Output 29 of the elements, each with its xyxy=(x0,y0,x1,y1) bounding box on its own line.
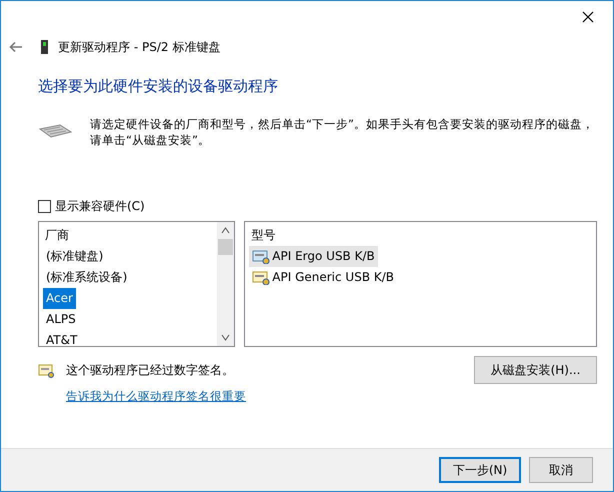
driver-icon xyxy=(252,250,270,264)
list-item[interactable]: API Ergo USB K/B xyxy=(249,246,378,267)
signature-info-link[interactable]: 告诉我为什么驱动程序签名很重要 xyxy=(66,389,246,404)
scrollbar[interactable] xyxy=(217,222,234,346)
checkbox[interactable] xyxy=(38,200,51,213)
list-item[interactable]: ALPS xyxy=(43,309,79,330)
list-item[interactable]: API Generic USB K/B xyxy=(249,267,398,288)
cancel-button[interactable]: 取消 xyxy=(529,457,593,483)
driver-icon xyxy=(252,270,270,284)
list-header: 厂商 xyxy=(44,227,70,244)
back-arrow-icon xyxy=(9,41,23,53)
list-item[interactable]: AT&T xyxy=(43,330,80,351)
back-button[interactable] xyxy=(9,41,23,53)
instruction-text: 请选定硬件设备的厂商和型号，然后单击“下一步”。如果手头有包含要安装的驱动程序的磁盘， 请单击“从磁盘安装”。 xyxy=(90,116,594,148)
next-button[interactable]: 下一步(N) xyxy=(439,457,521,483)
certificate-icon xyxy=(38,364,55,378)
list-header: 型号 xyxy=(250,227,276,244)
close-icon xyxy=(582,11,594,23)
list-item[interactable]: (标准键盘) xyxy=(43,246,106,267)
window-title: 更新驱动程序 - PS/2 标准键盘 xyxy=(58,38,220,56)
page-heading: 选择要为此硬件安装的设备驱动程序 xyxy=(38,77,279,96)
signature-text: 这个驱动程序已经过数字签名。 xyxy=(66,362,234,379)
have-disk-button[interactable]: 从磁盘安装(H)... xyxy=(474,356,597,384)
scroll-thumb[interactable] xyxy=(218,239,234,255)
device-icon xyxy=(41,40,48,54)
list-item[interactable]: (标准系统设备) xyxy=(43,267,130,288)
list-item[interactable]: Acer xyxy=(43,288,76,309)
checkbox-label: 显示兼容硬件(C) xyxy=(55,198,145,215)
keyboard-icon xyxy=(38,124,72,138)
